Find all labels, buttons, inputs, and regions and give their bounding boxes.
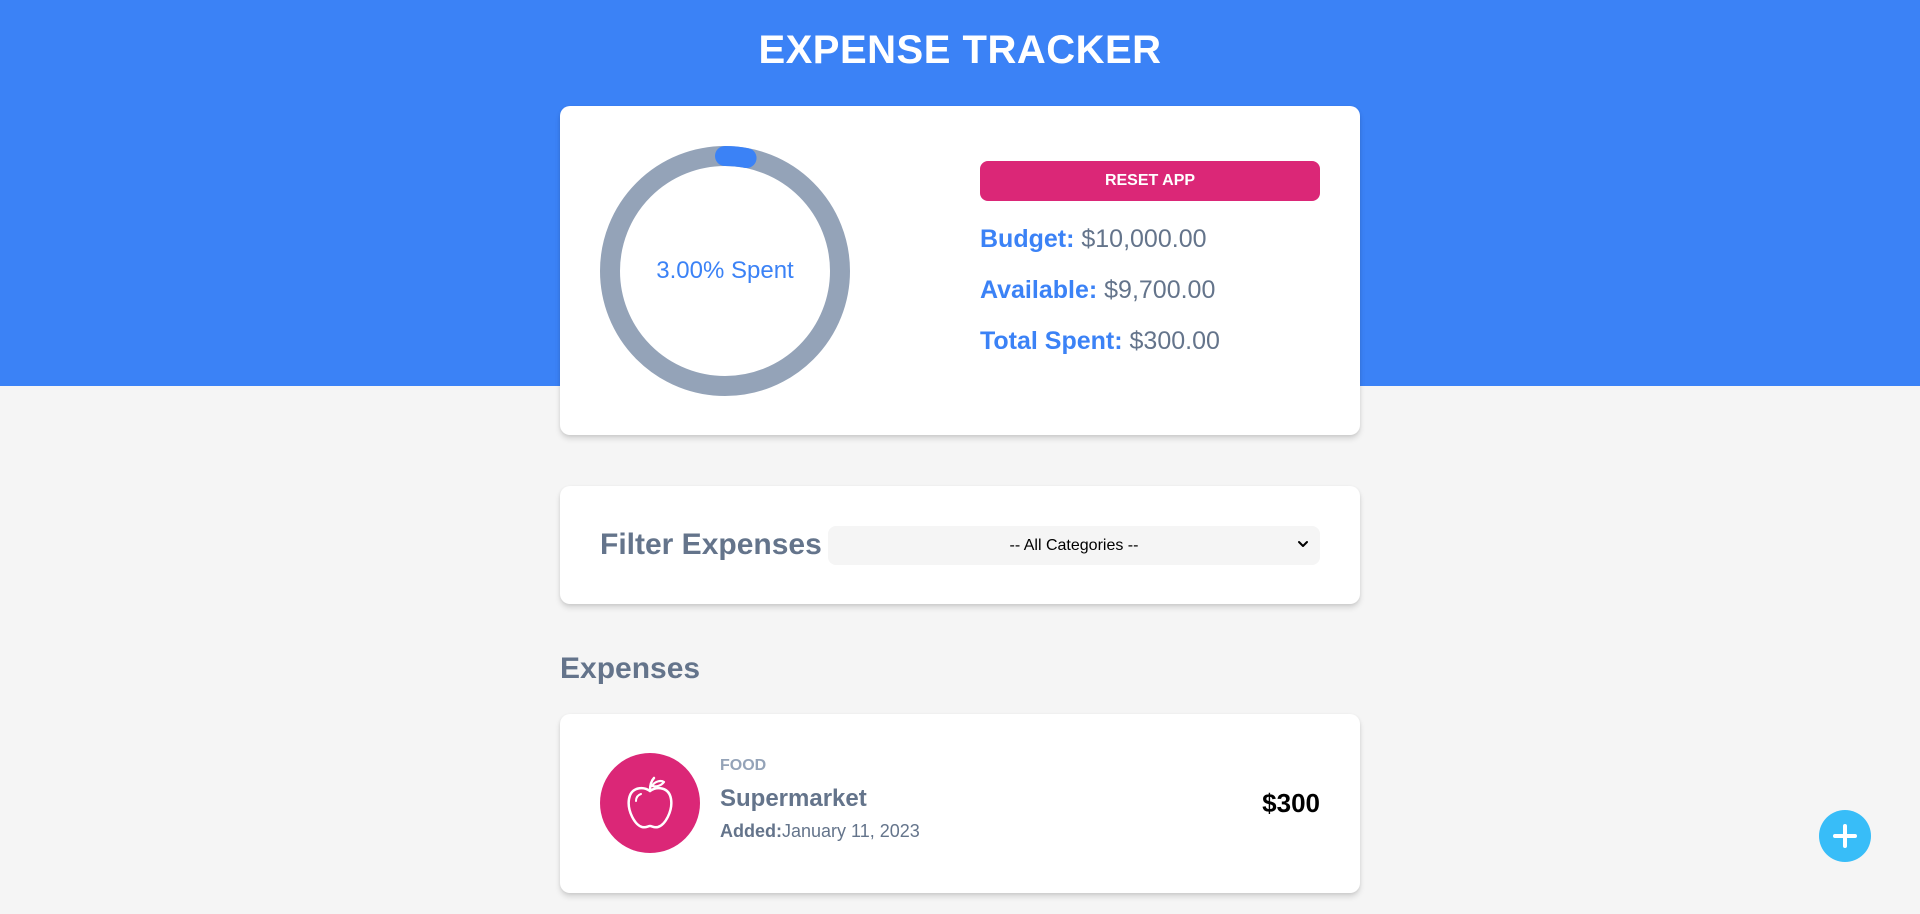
filter-card: Filter Expenses -- All Categories --: [560, 486, 1360, 604]
budget-value: $10,000.00: [1081, 225, 1207, 253]
expense-amount: $300: [1262, 788, 1320, 818]
filter-label: Filter Expenses: [600, 528, 822, 561]
budget-label: Budget:: [980, 225, 1075, 253]
budget-info: RESET APP Budget: $10,000.00 Available: …: [980, 161, 1320, 355]
available-value: $9,700.00: [1104, 276, 1216, 304]
expense-category-badge: [600, 753, 700, 853]
spent-progress-ring: 3.00% Spent: [600, 146, 850, 396]
chevron-down-icon: [1298, 541, 1308, 547]
expenses-title: Expenses: [560, 652, 701, 685]
budget-stat: Budget: $10,000.00: [980, 225, 1320, 253]
add-expense-button[interactable]: [1819, 810, 1871, 862]
app-title: EXPENSE TRACKER: [758, 28, 1162, 72]
added-date: January 11, 2023: [782, 821, 920, 841]
total-spent-value: $300.00: [1129, 327, 1220, 355]
category-filter-value: -- All Categories --: [1009, 536, 1139, 554]
apple-icon: [627, 776, 673, 829]
added-label: Added:: [720, 821, 782, 841]
plus-icon: [1833, 824, 1857, 848]
expense-name: Supermarket: [720, 785, 867, 812]
total-spent-label: Total Spent:: [980, 327, 1123, 355]
expense-date: Added:January 11, 2023: [720, 820, 920, 842]
expense-category: FOOD: [720, 757, 767, 774]
budget-card: 3.00% Spent RESET APP Budget: $10,000.00…: [560, 106, 1360, 435]
total-spent-stat: Total Spent: $300.00: [980, 327, 1320, 355]
reset-app-button[interactable]: RESET APP: [980, 161, 1320, 201]
category-filter-select[interactable]: -- All Categories --: [828, 526, 1320, 565]
expense-details: FOOD Supermarket Added:January 11, 2023: [720, 756, 920, 842]
available-label: Available:: [980, 276, 1098, 304]
progress-label: 3.00% Spent: [656, 257, 794, 284]
expense-item[interactable]: FOOD Supermarket Added:January 11, 2023 …: [560, 714, 1360, 893]
available-stat: Available: $9,700.00: [980, 276, 1320, 304]
